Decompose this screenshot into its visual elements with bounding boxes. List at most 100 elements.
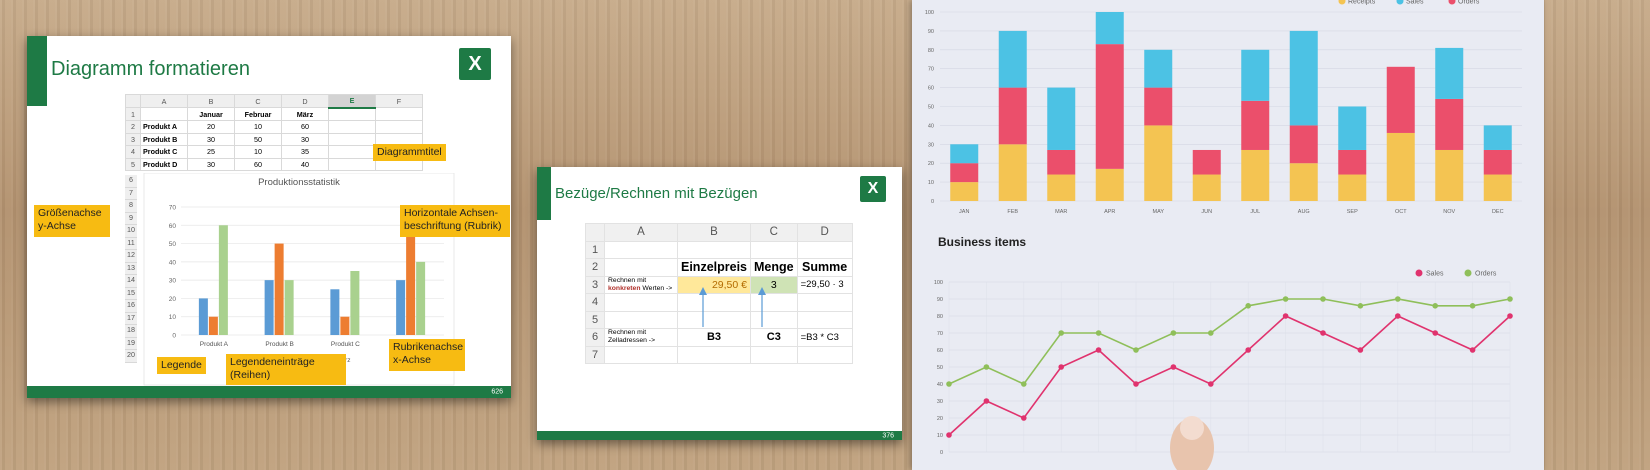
cell[interactable]: Produkt D xyxy=(140,157,188,171)
bar-februar xyxy=(274,243,284,335)
point-sales xyxy=(1357,347,1364,353)
cell[interactable]: 10 xyxy=(234,145,282,159)
bar-receipts xyxy=(998,144,1027,201)
y-tick-label: 70 xyxy=(169,205,177,212)
bar-orders xyxy=(1435,98,1464,150)
row-number: 5 xyxy=(125,157,141,171)
y-tick-label: 50 xyxy=(169,241,177,248)
cell[interactable]: 60 xyxy=(281,120,329,134)
cell[interactable] xyxy=(328,157,376,171)
row-number: 3 xyxy=(125,132,141,146)
bar-januar xyxy=(264,280,274,335)
arrow-head-c3 xyxy=(758,287,766,295)
point-orders xyxy=(1432,303,1438,309)
y-tick-label: 40 xyxy=(169,259,177,266)
row-number: 12 xyxy=(125,250,137,263)
x-tick-label: JAN xyxy=(959,209,969,215)
arrow-head-b3 xyxy=(699,287,707,295)
y-tick-label: 20 xyxy=(928,161,934,167)
y-tick-label: 50 xyxy=(937,365,943,371)
point-sales xyxy=(1469,347,1476,353)
x-tick-label: JUL xyxy=(1250,209,1260,215)
bar-orders xyxy=(998,87,1027,145)
slide-footer: 376 xyxy=(537,431,902,440)
x-tick-label: AUG xyxy=(1298,209,1310,215)
x-tick-label: OCT xyxy=(1395,209,1407,215)
bar-januar xyxy=(396,280,406,335)
cell-header-januar[interactable]: Januar xyxy=(187,107,235,121)
cell[interactable]: 30 xyxy=(187,132,235,146)
callout-diagrammtitel: Diagrammtitel xyxy=(373,144,446,161)
bar-receipts xyxy=(1144,125,1173,201)
bar-märz xyxy=(284,280,294,335)
cell[interactable] xyxy=(375,107,423,121)
cell[interactable]: 30 xyxy=(187,157,235,171)
y-tick-label: 70 xyxy=(937,331,943,337)
bar-orders xyxy=(1338,149,1367,175)
stacked-bar-chart[interactable]: 0 10 20 30 40 50 60 70 80 90 100 JAN FEB MAR APR MAY JUN… xyxy=(912,0,1544,220)
point-orders xyxy=(1095,330,1102,336)
bar-orders xyxy=(1144,87,1173,126)
cell[interactable]: 60 xyxy=(234,157,282,171)
cell[interactable]: 30 xyxy=(281,132,329,146)
row-number: 19 xyxy=(125,337,137,350)
col-header[interactable]: C xyxy=(234,94,282,108)
point-sales xyxy=(1170,364,1177,370)
bar-orders xyxy=(950,163,979,183)
point-orders xyxy=(1507,296,1513,302)
bar-orders xyxy=(1192,149,1221,175)
cell[interactable]: Produkt B xyxy=(140,132,188,146)
col-header[interactable]: B xyxy=(187,94,235,108)
bar-sales xyxy=(1241,49,1270,101)
row-number: 17 xyxy=(125,312,137,325)
cell[interactable] xyxy=(328,120,376,134)
bar-orders xyxy=(1095,44,1124,169)
cell[interactable]: Produkt A xyxy=(140,120,188,134)
col-header[interactable]: A xyxy=(140,94,188,108)
cell[interactable]: Produkt C xyxy=(140,145,188,159)
col-header[interactable]: D xyxy=(281,94,329,108)
callout-line: beschriftung (Rubrik) xyxy=(404,220,502,232)
point-orders xyxy=(946,381,952,387)
cell[interactable]: 25 xyxy=(187,145,235,159)
cell[interactable] xyxy=(328,145,376,159)
cell[interactable] xyxy=(375,120,423,134)
business-items-line-chart[interactable]: Business items 0 10 20 30 40 50 60 70 80 90 100 Sale… xyxy=(912,230,1544,470)
callout-horizontale-achse: Horizontale Achsen- beschriftung (Rubrik… xyxy=(400,205,510,237)
callout-line: (Reihen) xyxy=(230,369,271,381)
cell[interactable]: 20 xyxy=(187,120,235,134)
cell[interactable] xyxy=(140,107,188,121)
y-tick-label: 90 xyxy=(928,29,934,35)
legend-swatch xyxy=(1338,0,1346,5)
row-number: 7 xyxy=(125,187,137,200)
cell-header-februar[interactable]: Februar xyxy=(234,107,282,121)
cell-header-maerz[interactable]: März xyxy=(281,107,329,121)
callout-legendeneintraege: Legendeneinträge (Reihen) xyxy=(226,354,346,385)
x-tick-label: FEB xyxy=(1007,209,1018,215)
cell[interactable]: 35 xyxy=(281,145,329,159)
bar-sales xyxy=(1144,49,1173,88)
bar-orders xyxy=(1386,66,1415,133)
point-orders xyxy=(1021,381,1027,387)
bar-receipts xyxy=(1483,174,1512,201)
y-tick-label: 0 xyxy=(172,333,176,340)
y-tick-label: 60 xyxy=(937,348,943,354)
cell[interactable]: 50 xyxy=(234,132,282,146)
cell[interactable]: 10 xyxy=(234,120,282,134)
col-header[interactable]: F xyxy=(375,94,423,108)
cell[interactable] xyxy=(328,107,376,121)
y-tick-label: 90 xyxy=(937,297,943,303)
row-number: 6 xyxy=(125,175,137,188)
line-sales xyxy=(948,315,1511,436)
bar-sales xyxy=(998,30,1027,88)
cell[interactable] xyxy=(328,132,376,146)
excel-logo-icon: X xyxy=(459,48,491,80)
slide-footer: 626 xyxy=(27,386,511,398)
x-tick-label: JUN xyxy=(1201,209,1212,215)
cell[interactable]: 40 xyxy=(281,157,329,171)
bar-orders xyxy=(1047,149,1076,175)
bar-receipts xyxy=(1386,132,1415,201)
printed-charts-paper: 0 10 20 30 40 50 60 70 80 90 100 JAN FEB MAR APR MAY JUN… xyxy=(912,0,1544,470)
point-sales xyxy=(946,432,952,438)
col-header-selected[interactable]: E xyxy=(328,94,376,109)
